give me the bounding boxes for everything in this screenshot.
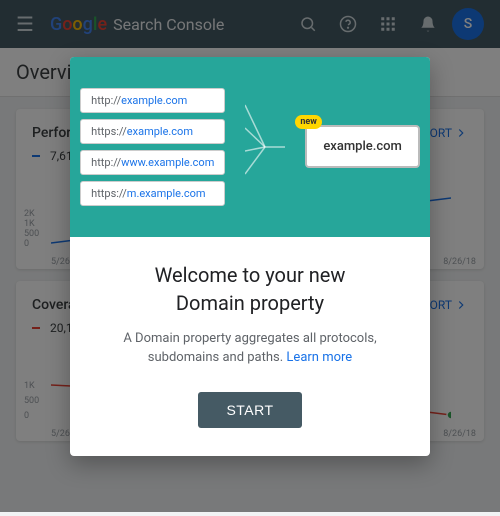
domain-diagram: http://example.com https://example.com h…: [80, 88, 420, 206]
start-button[interactable]: START: [198, 392, 301, 428]
connector-arrows: [245, 92, 285, 202]
modal-illustration: http://example.com https://example.com h…: [70, 57, 430, 237]
url-item-2: https://example.com: [80, 119, 225, 144]
url-item-3: http://www.example.com: [80, 150, 225, 175]
modal-body: Welcome to your newDomain property A Dom…: [70, 237, 430, 456]
domain-property-modal: http://example.com https://example.com h…: [70, 57, 430, 456]
modal-overlay: http://example.com https://example.com h…: [0, 0, 500, 512]
target-domain-box: example.com: [305, 125, 420, 168]
url-list: http://example.com https://example.com h…: [80, 88, 225, 206]
modal-title: Welcome to your newDomain property: [102, 261, 398, 317]
url-item-4: https://m.example.com: [80, 181, 225, 206]
new-badge: new: [295, 115, 322, 129]
url-item-1: http://example.com: [80, 88, 225, 113]
target-domain-wrapper: new example.com: [305, 125, 420, 168]
modal-description: A Domain property aggregates all protoco…: [102, 329, 398, 368]
learn-more-link[interactable]: Learn more: [286, 350, 352, 365]
